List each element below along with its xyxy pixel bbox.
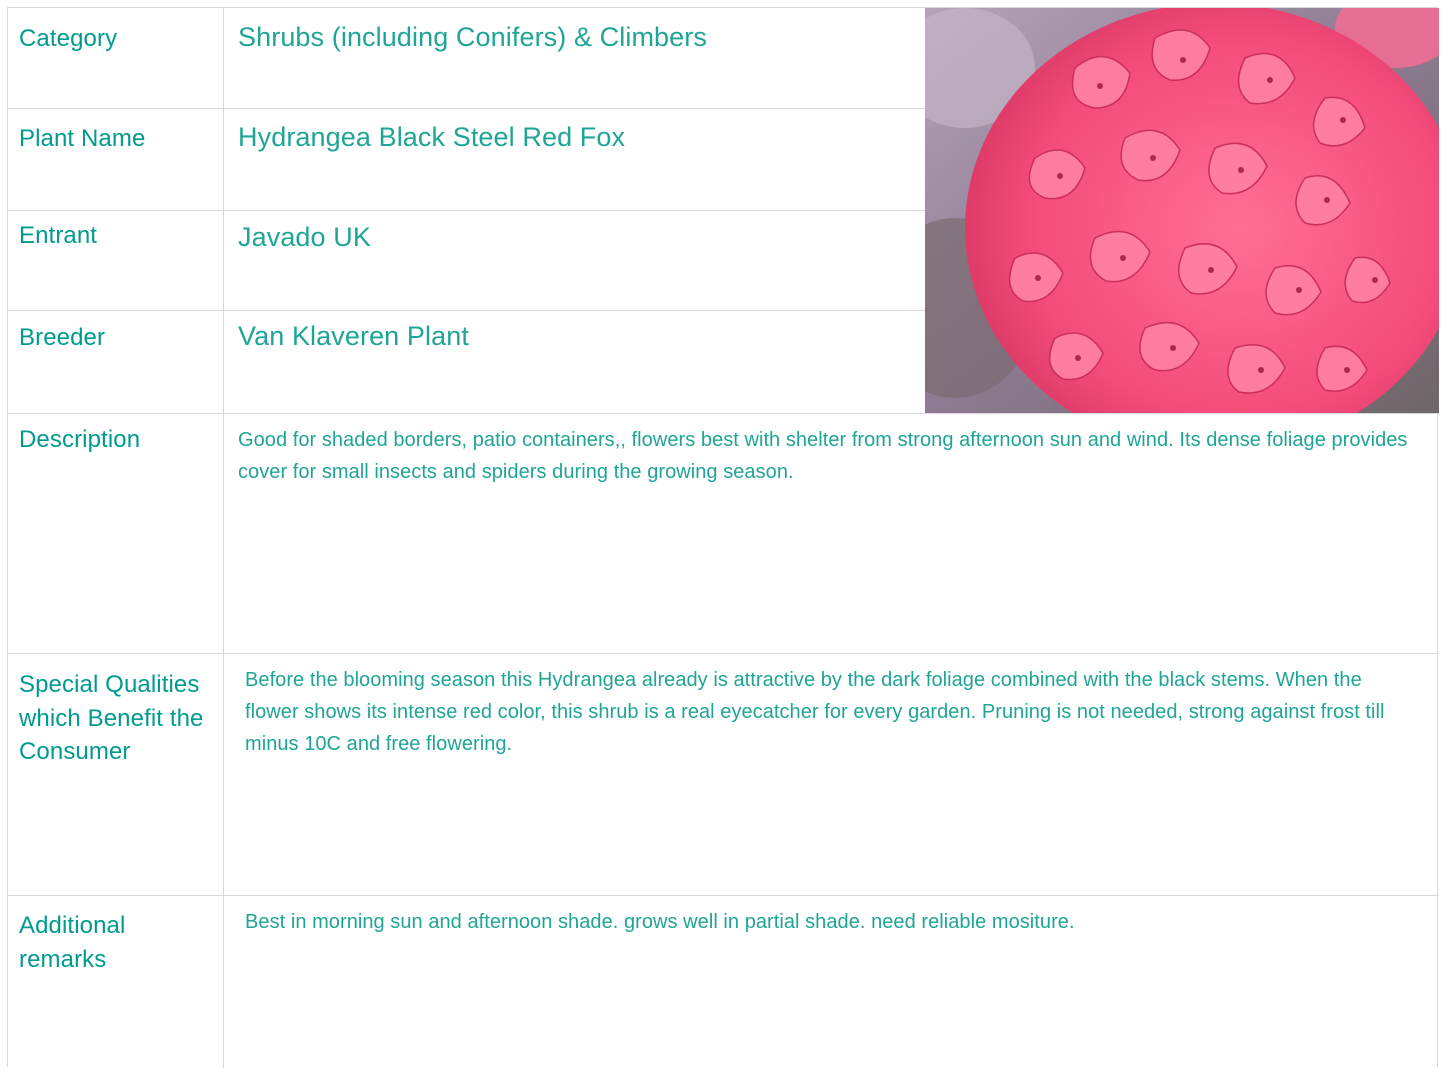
description-value: Good for shaded borders, patio container… (238, 429, 1408, 483)
breeder-value: Van Klaveren Plant (238, 321, 469, 351)
category-label: Category (19, 25, 118, 52)
row-divider (8, 653, 1439, 654)
hydrangea-photo (925, 8, 1439, 413)
row-divider (8, 413, 1439, 414)
row-divider (8, 895, 1439, 896)
special-qualities-value: Before the blooming season this Hydrange… (245, 669, 1385, 755)
plant-entry-form: Category Shrubs (including Conifers) & C… (7, 7, 1439, 1068)
row-divider (8, 210, 925, 211)
additional-remarks-label: Additional remarks (19, 912, 126, 973)
special-qualities-label: Special Qualities which Benefit the Cons… (19, 671, 204, 765)
breeder-label: Breeder (19, 324, 106, 351)
plant-name-label: Plant Name (19, 125, 146, 152)
column-divider (223, 8, 224, 1068)
row-divider (8, 108, 925, 109)
entrant-label: Entrant (19, 222, 98, 249)
entrant-value: Javado UK (238, 222, 371, 252)
row-divider (8, 310, 925, 311)
description-label: Description (19, 426, 141, 453)
additional-remarks-value: Best in morning sun and afternoon shade.… (245, 911, 1075, 933)
plant-name-value: Hydrangea Black Steel Red Fox (238, 122, 626, 152)
category-value: Shrubs (including Conifers) & Climbers (238, 22, 707, 52)
